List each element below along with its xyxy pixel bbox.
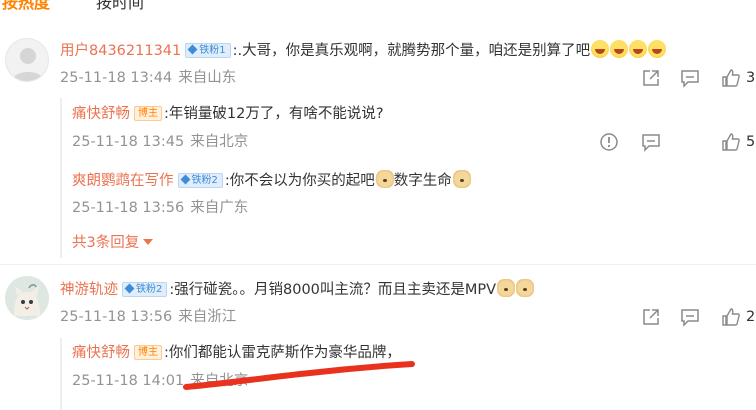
diamond-icon — [180, 174, 190, 185]
share-icon[interactable] — [641, 68, 661, 88]
doge-emoji-icon — [375, 170, 394, 188]
comment-username[interactable]: 神游轨迹 — [60, 282, 118, 298]
tab-hot[interactable]: 按热度 — [2, 0, 50, 14]
like-icon[interactable] — [721, 132, 741, 152]
fan-badge[interactable]: 铁粉1 — [185, 43, 231, 58]
comment-icon[interactable] — [680, 307, 700, 327]
like-icon[interactable] — [721, 307, 741, 327]
doge-emoji-icon — [452, 170, 471, 188]
reply-time: 25-11-18 13:56 — [72, 200, 185, 216]
laugh-emoji-icon — [591, 40, 610, 58]
reply-time: 25-11-18 14:01 — [72, 373, 185, 389]
report-icon[interactable] — [599, 132, 619, 152]
share-icon[interactable] — [641, 307, 661, 327]
fan-badge-label: 铁粉2 — [191, 175, 218, 186]
default-avatar-icon — [12, 48, 44, 81]
reply-thread-bar — [60, 338, 62, 410]
like-count: 3 — [746, 70, 756, 86]
comment-text: :强行碰瓷。。月销8000叫主流？而且主卖还是MPV — [169, 282, 497, 298]
like-count: 2 — [746, 309, 756, 325]
like-icon[interactable] — [721, 68, 741, 88]
comment-meta: 25-11-18 13:44 来自山东 — [60, 68, 236, 88]
fan-badge-label: 铁粉2 — [136, 284, 163, 295]
comment-meta: 25-11-18 13:56 来自浙江 — [60, 307, 236, 327]
fan-badge[interactable]: 铁粉2 — [177, 173, 223, 188]
reply-line: 痛快舒畅 博主:年销量破12万了，有啥不能说说? — [72, 104, 384, 124]
comment-icon[interactable] — [680, 68, 700, 88]
doge-emoji-icon — [497, 279, 516, 297]
host-badge: 博主 — [134, 106, 162, 121]
comment-line: 神游轨迹 铁粉2 :强行碰瓷。。月销8000叫主流？而且主卖还是MPV — [60, 279, 535, 300]
reply-meta: 25-11-18 13:45 来自北京 — [72, 132, 248, 152]
diamond-icon — [187, 44, 198, 55]
tab-time[interactable]: 按时间 — [96, 0, 144, 14]
red-underline-annotation — [183, 361, 415, 390]
host-badge: 博主 — [134, 345, 162, 360]
comment-time: 25-11-18 13:56 — [60, 309, 173, 325]
comment-username[interactable]: 用户8436211341 — [60, 43, 181, 59]
diamond-icon — [124, 283, 135, 294]
laugh-emoji-icon — [610, 40, 629, 58]
reply-line: 爽朗鹦鹉在写作 铁粉2 :你不会以为你买的起吧 数字生命 — [72, 170, 471, 191]
fan-badge-label: 铁粉1 — [199, 45, 226, 56]
reply-location: 来自北京 — [190, 134, 249, 150]
comment-icon[interactable] — [641, 132, 661, 152]
reply-meta: 25-11-18 13:56 来自广东 — [72, 198, 248, 218]
doge-emoji-icon — [516, 279, 535, 297]
reply-username[interactable]: 痛快舒畅 — [72, 106, 130, 122]
reply-text: :你不会以为你买的起吧 — [224, 173, 375, 189]
reply-username[interactable]: 痛快舒畅 — [72, 345, 130, 361]
avatar[interactable] — [5, 276, 49, 320]
reply-time: 25-11-18 13:45 — [72, 134, 185, 150]
like-count: 5 — [746, 134, 756, 150]
comment-divider — [0, 264, 756, 265]
comment-time: 25-11-18 13:44 — [60, 70, 173, 86]
comment-location: 来自山东 — [178, 70, 237, 86]
more-replies-label: 共3条回复 — [72, 235, 140, 251]
reply-text-tail: 数字生命 — [393, 173, 452, 189]
laugh-emoji-icon — [648, 40, 667, 58]
caret-down-icon — [143, 239, 154, 245]
comment-text: :.大哥，你是真乐观啊，就腾势那个量，咱还是别算了吧 — [232, 43, 591, 59]
reply-location: 来自广东 — [190, 200, 249, 216]
reply-username[interactable]: 爽朗鹦鹉在写作 — [72, 173, 174, 189]
cat-avatar-icon — [5, 276, 49, 320]
reply-text: :年销量破12万了，有啥不能说说? — [164, 106, 384, 122]
comment-location: 来自浙江 — [178, 309, 237, 325]
reply-thread-bar — [60, 98, 62, 258]
comment-line: 用户8436211341 铁粉1 :.大哥，你是真乐观啊，就腾势那个量，咱还是别算了… — [60, 40, 667, 61]
laugh-emoji-icon — [629, 40, 648, 58]
fan-badge[interactable]: 铁粉2 — [122, 282, 168, 297]
sort-tabs: 按热度 按时间 — [0, 0, 756, 20]
more-replies-link[interactable]: 共3条回复 — [72, 233, 154, 253]
avatar[interactable] — [5, 38, 49, 82]
